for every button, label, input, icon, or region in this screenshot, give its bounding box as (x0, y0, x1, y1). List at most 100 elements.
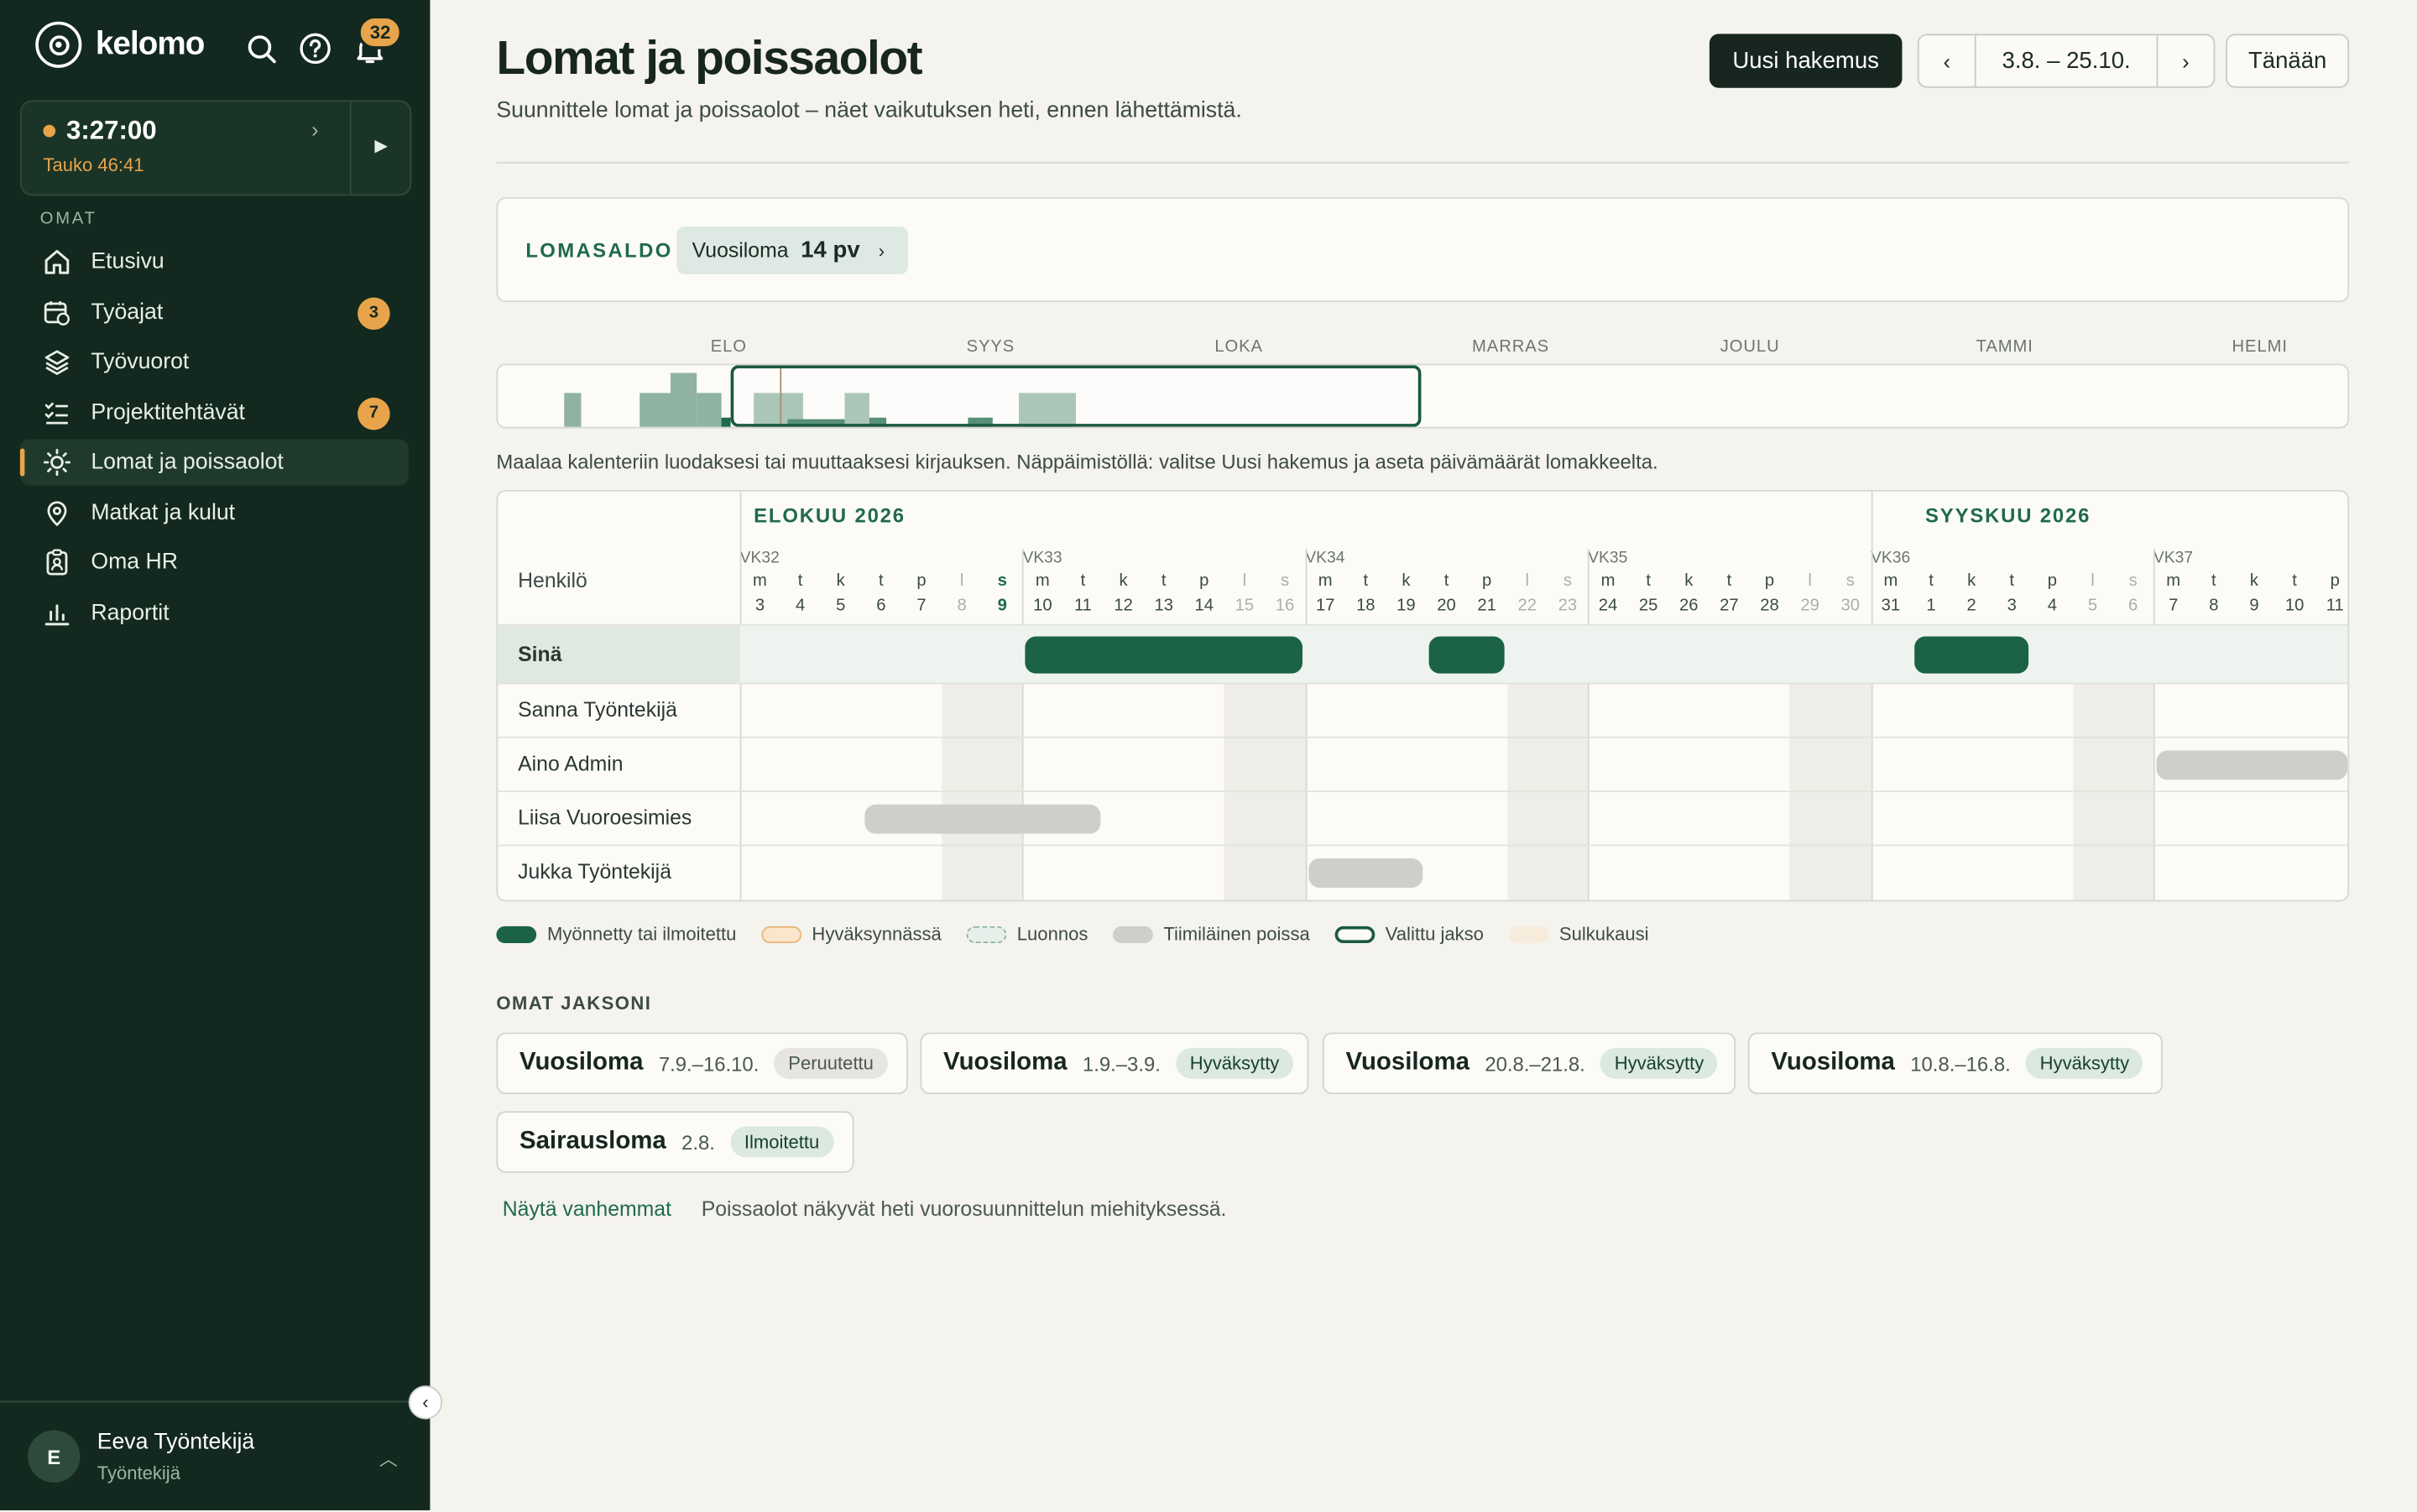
timeline-selected-window[interactable] (730, 365, 1422, 427)
legend-swatch (1508, 925, 1549, 943)
day-number: 16 (1275, 596, 1295, 615)
date-range-label[interactable]: 3.8. – 25.10. (1974, 35, 2159, 86)
day-number: 21 (1477, 596, 1496, 615)
map-pin-icon (42, 498, 71, 527)
sidebar-item-label: Työajat (91, 300, 164, 325)
leave-bar-team-member[interactable] (1308, 858, 1423, 888)
calendar-row[interactable]: Liisa Vuoroesimies (498, 790, 2348, 846)
day-letter: t (1646, 571, 1651, 591)
checklist-icon (42, 398, 71, 427)
calendar-row[interactable]: Aino Admin (498, 736, 2348, 792)
day-letter: k (1967, 571, 1976, 591)
leave-bar-approved[interactable] (1913, 636, 2029, 674)
period-dates: 2.8. (681, 1130, 715, 1154)
day-number: 10 (1033, 596, 1052, 615)
day-number: 22 (1517, 596, 1537, 615)
today-button[interactable]: Tänään (2226, 34, 2350, 88)
help-icon[interactable] (297, 31, 332, 66)
day-number: 10 (2284, 596, 2305, 615)
prev-range-button[interactable]: ‹ (1919, 35, 1975, 86)
period-dates: 20.8.–21.8. (1485, 1051, 1585, 1076)
legend-item: Valittu jakso (1334, 923, 1484, 945)
timer-details[interactable]: 3:27:00 Tauko 46:41 › (22, 102, 352, 195)
user-menu[interactable]: E Eeva Työntekijä Työntekijä ︿ (0, 1400, 431, 1512)
sidebar-item-oma-hr[interactable]: Oma HR (20, 540, 409, 586)
sidebar-item-etusivu[interactable]: Etusivu (20, 239, 409, 285)
period-card[interactable]: Sairausloma 2.8. Ilmoitettu (496, 1111, 854, 1173)
legend-item: Tiimiläinen poissa (1112, 923, 1310, 945)
header-divider (496, 161, 2350, 164)
calendar-month-label: SYYSKUU 2026 (1925, 503, 2091, 528)
day-number: 24 (1598, 596, 1618, 615)
person-column-header: Henkilö (518, 568, 587, 592)
next-range-button[interactable]: › (2158, 35, 2213, 86)
sidebar-item-matkat[interactable]: Matkat ja kulut (20, 489, 409, 535)
balance-chip[interactable]: Vuosiloma 14 pv › (676, 226, 908, 274)
period-dates: 7.9.–16.10. (658, 1051, 760, 1076)
period-dates: 1.9.–3.9. (1082, 1051, 1161, 1076)
search-icon[interactable] (243, 31, 279, 66)
calendar-row-name: Jukka Työntekijä (518, 859, 671, 884)
day-number: 2 (1966, 596, 1976, 615)
legend-item: Hyväksynnässä (760, 923, 942, 945)
day-letter: s (1281, 571, 1290, 591)
sidebar-item-lomat[interactable]: Lomat ja poissaolot (19, 439, 409, 486)
sidebar-item-tyoajat[interactable]: Työajat 3 (20, 289, 409, 335)
timeline-month: ELO (710, 337, 747, 357)
work-timer[interactable]: 3:27:00 Tauko 46:41 › ▶ (19, 100, 412, 196)
week-label: VK33 (1022, 548, 1062, 567)
collapse-sidebar-button[interactable]: ‹ (408, 1385, 443, 1420)
sidebar-item-raportit[interactable]: Raportit (20, 590, 409, 636)
page-subtitle: Suunnittele lomat ja poissaolot – näet v… (496, 98, 1242, 123)
balance-type: Vuosiloma (692, 238, 789, 263)
timer-pause: Tauko 46:41 (43, 154, 144, 176)
period-card[interactable]: Vuosiloma 7.9.–16.10. Peruutettu (496, 1032, 908, 1095)
leave-bar-approved[interactable] (1429, 636, 1505, 674)
legend-label: Tiimiläinen poissa (1163, 923, 1310, 945)
calendar-row[interactable]: Sanna Työntekijä (498, 682, 2348, 738)
legend-label: Sulkukausi (1558, 923, 1649, 945)
timeline-month: MARRAS (1472, 337, 1549, 357)
new-request-button[interactable]: Uusi hakemus (1709, 34, 1903, 88)
day-letter: s (997, 571, 1007, 591)
notification-badge[interactable]: 32 (358, 15, 404, 50)
day-letter: t (1363, 571, 1369, 591)
status-badge: Hyväksytty (1176, 1047, 1293, 1079)
leave-bar-approved[interactable] (1026, 636, 1302, 674)
day-letter: t (2009, 571, 2015, 591)
play-icon[interactable]: ▶ (374, 136, 388, 155)
own-periods-label: OMAT JAKSONI (496, 992, 652, 1014)
overview-timeline[interactable] (496, 363, 2350, 429)
day-letter: m (1318, 571, 1333, 591)
calendar-row[interactable]: Jukka Työntekijä (498, 844, 2348, 900)
day-letter: m (753, 571, 767, 591)
day-letter: t (1443, 571, 1449, 591)
period-type: Vuosiloma (1771, 1049, 1895, 1077)
day-number: 5 (2087, 596, 2098, 615)
timeline-bar (639, 393, 671, 427)
calendar-month-label: ELOKUU 2026 (754, 503, 906, 528)
day-letter: p (1764, 571, 1775, 591)
period-dates: 10.8.–16.8. (1910, 1051, 2011, 1076)
chevron-right-icon: › (878, 239, 885, 262)
leave-bar-team-member[interactable] (864, 804, 1101, 834)
leave-bar-team-member[interactable] (2156, 750, 2348, 780)
show-older-link[interactable]: Näytä vanhemmat (503, 1197, 671, 1221)
logo[interactable]: kelomo (35, 21, 205, 68)
sidebar-item-projektitehtavat[interactable]: Projektitehtävät 7 (20, 389, 409, 435)
period-card[interactable]: Vuosiloma 1.9.–3.9. Hyväksytty (920, 1032, 1309, 1095)
chevron-left-icon: ‹ (1943, 48, 1951, 74)
day-number: 7 (916, 596, 927, 615)
calendar-row-me[interactable]: Sinä (498, 623, 2348, 685)
day-letter: k (1402, 571, 1411, 591)
sidebar-item-label: Etusivu (91, 249, 164, 274)
sidebar-item-label: Lomat ja poissaolot (91, 450, 284, 475)
page-title: Lomat ja poissaolot (496, 30, 922, 86)
period-card[interactable]: Vuosiloma 10.8.–16.8. Hyväksytty (1747, 1032, 2163, 1095)
period-card[interactable]: Vuosiloma 20.8.–21.8. Hyväksytty (1322, 1032, 1736, 1095)
legend-swatch (1334, 925, 1375, 943)
period-type: Vuosiloma (943, 1049, 1068, 1077)
sun-icon (42, 448, 71, 477)
timeline-bar (670, 373, 697, 427)
sidebar-item-tyovuorot[interactable]: Työvuorot (20, 339, 409, 385)
